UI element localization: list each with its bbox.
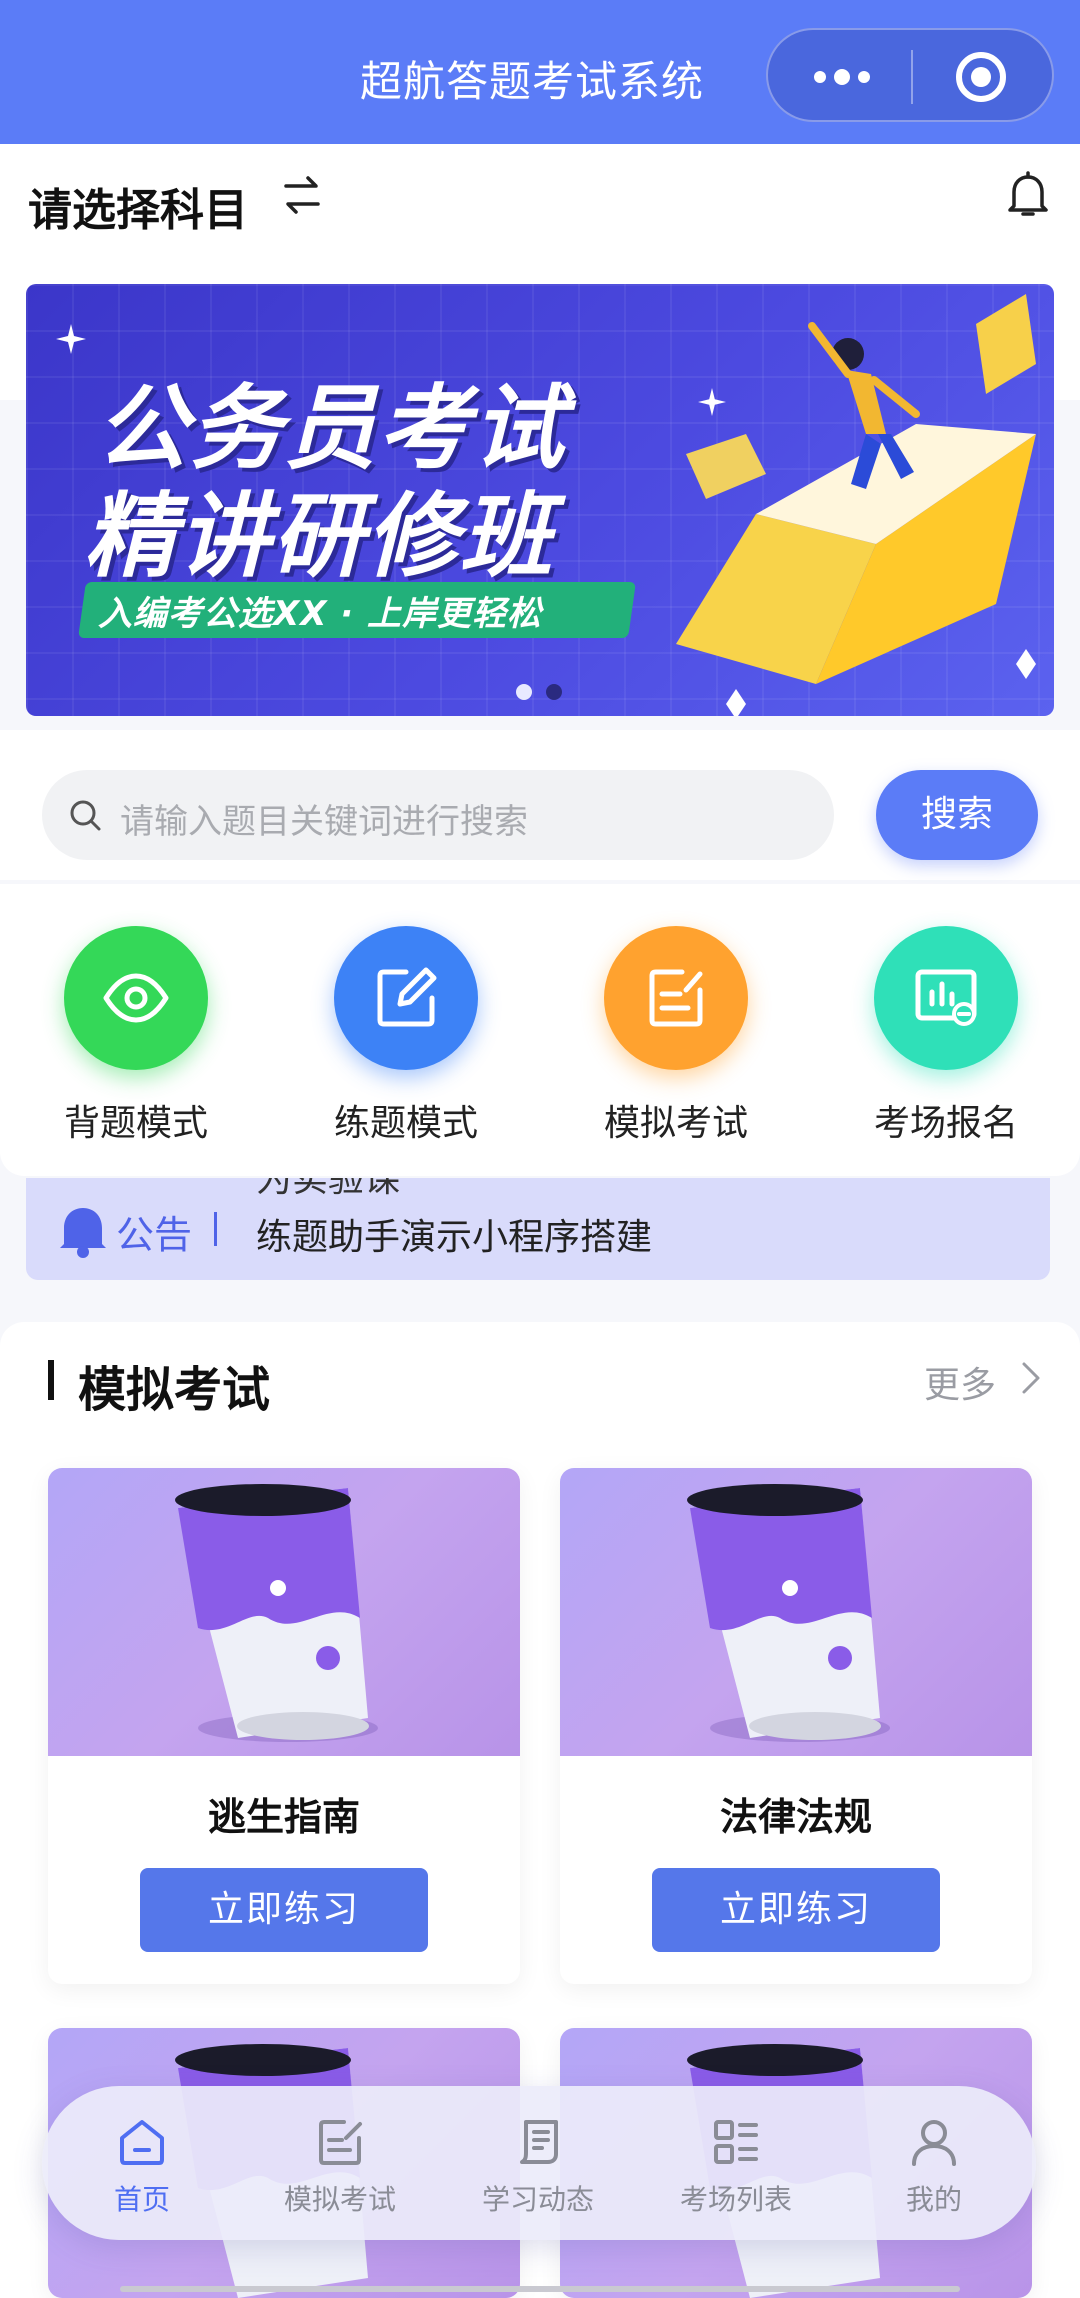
cup-illustration bbox=[175, 1484, 378, 1742]
mode-icon-circle bbox=[604, 926, 748, 1070]
grid-list-icon bbox=[714, 2120, 758, 2164]
sparkle-icon bbox=[698, 388, 726, 416]
bottom-tab-bar: 首页 模拟考试 学习动态 考场列表 我的 bbox=[42, 2086, 1036, 2240]
tab-profile[interactable]: 我的 bbox=[854, 2116, 1014, 2226]
bell-icon bbox=[60, 1208, 106, 1258]
subject-bar: 请选择科目 公务员考试 精讲研修班 入编考公选XX · 上岸更轻松 bbox=[0, 144, 1080, 716]
notice-label: 公告 bbox=[116, 1213, 193, 1257]
home-icon bbox=[120, 2120, 164, 2165]
practice-now-button[interactable]: 立即练习 bbox=[652, 1868, 940, 1952]
notice-text: 练题助手演示小程序搭建 bbox=[256, 1217, 653, 1258]
capsule-divider bbox=[911, 50, 913, 104]
exam-card[interactable]: 法律法规 立即练习 bbox=[560, 1468, 1032, 1984]
banner-headline-2: 精讲研修班 bbox=[84, 483, 555, 590]
section-title: 模拟考试 bbox=[78, 1362, 271, 1418]
home-indicator bbox=[120, 2286, 960, 2292]
mode-grid: 背题模式 练题模式 模拟考试 考场报名 bbox=[0, 884, 1080, 1176]
news-icon bbox=[520, 2120, 558, 2164]
mode-label: 考场报名 bbox=[873, 1103, 1018, 1144]
mode-label: 练题模式 bbox=[333, 1103, 478, 1144]
search-input[interactable]: 请输入题目关键词进行搜索 bbox=[42, 770, 834, 860]
note-icon bbox=[649, 969, 703, 1027]
tab-label: 模拟考试 bbox=[283, 2183, 396, 2216]
mode-icon-circle bbox=[874, 926, 1018, 1070]
card-image bbox=[560, 1468, 1032, 1756]
promo-banner[interactable]: 公务员考试 精讲研修班 入编考公选XX · 上岸更轻松 bbox=[26, 284, 1054, 716]
cup-illustration bbox=[687, 1484, 890, 1742]
mode-recite[interactable]: 背题模式 bbox=[36, 926, 236, 1156]
search-button[interactable]: 搜索 bbox=[876, 770, 1038, 860]
tab-study-news[interactable]: 学习动态 bbox=[458, 2116, 618, 2226]
chart-board-icon bbox=[915, 969, 977, 1026]
mode-practice[interactable]: 练题模式 bbox=[306, 926, 506, 1156]
mode-mock-exam[interactable]: 模拟考试 bbox=[576, 926, 776, 1156]
mode-label: 背题模式 bbox=[63, 1103, 208, 1144]
mode-register[interactable]: 考场报名 bbox=[846, 926, 1046, 1156]
search-placeholder: 请输入题目关键词进行搜索 bbox=[120, 802, 528, 842]
search-area: 请输入题目关键词进行搜索 搜索 bbox=[0, 730, 1080, 880]
nav-header: 超航答题考试系统 bbox=[0, 0, 1080, 144]
tab-label: 我的 bbox=[905, 2183, 962, 2216]
swap-arrows-icon[interactable] bbox=[282, 170, 322, 220]
user-icon bbox=[912, 2120, 956, 2166]
notice-bar[interactable]: 公告 为实验课 练题助手演示小程序搭建 bbox=[26, 1178, 1050, 1280]
banner-indicator-dot[interactable] bbox=[546, 684, 562, 700]
mini-program-capsule bbox=[766, 28, 1054, 122]
tab-home[interactable]: 首页 bbox=[62, 2116, 222, 2226]
sparkle-icon bbox=[56, 324, 86, 354]
tab-label: 考场列表 bbox=[679, 2183, 792, 2216]
tab-mock-exam[interactable]: 模拟考试 bbox=[260, 2116, 420, 2226]
chevron-right-icon[interactable] bbox=[1020, 1360, 1042, 1396]
mode-icon-circle bbox=[64, 926, 208, 1070]
card-title: 法律法规 bbox=[719, 1795, 872, 1839]
tab-label: 学习动态 bbox=[481, 2183, 594, 2216]
eye-icon bbox=[103, 973, 169, 1023]
bell-icon[interactable] bbox=[1006, 170, 1050, 220]
exam-card[interactable]: 逃生指南 立即练习 bbox=[48, 1468, 520, 1984]
book-reader-illustration bbox=[676, 294, 1036, 716]
section-title-marker bbox=[48, 1360, 54, 1400]
card-title: 逃生指南 bbox=[207, 1795, 360, 1839]
more-dots-icon[interactable] bbox=[812, 68, 872, 86]
card-image bbox=[48, 1468, 520, 1756]
practice-now-button[interactable]: 立即练习 bbox=[140, 1868, 428, 1952]
edit-icon bbox=[377, 967, 437, 1027]
mode-icon-circle bbox=[334, 926, 478, 1070]
search-icon bbox=[70, 800, 101, 831]
target-icon[interactable] bbox=[954, 50, 1008, 104]
subject-selector[interactable]: 请选择科目 bbox=[28, 174, 248, 238]
notice-scroll-previous: 为实验课 bbox=[256, 1178, 401, 1200]
mode-label: 模拟考试 bbox=[603, 1103, 748, 1144]
notice-divider bbox=[214, 1212, 217, 1246]
tab-label: 首页 bbox=[113, 2183, 170, 2216]
banner-indicator-dot[interactable] bbox=[516, 684, 532, 700]
more-link[interactable]: 更多 bbox=[924, 1356, 996, 1408]
app-title: 超航答题考试系统 bbox=[360, 57, 705, 106]
tab-exam-sites[interactable]: 考场列表 bbox=[656, 2116, 816, 2226]
banner-tag-text: 入编考公选XX · 上岸更轻松 bbox=[98, 594, 543, 634]
exam-icon bbox=[319, 2120, 362, 2165]
